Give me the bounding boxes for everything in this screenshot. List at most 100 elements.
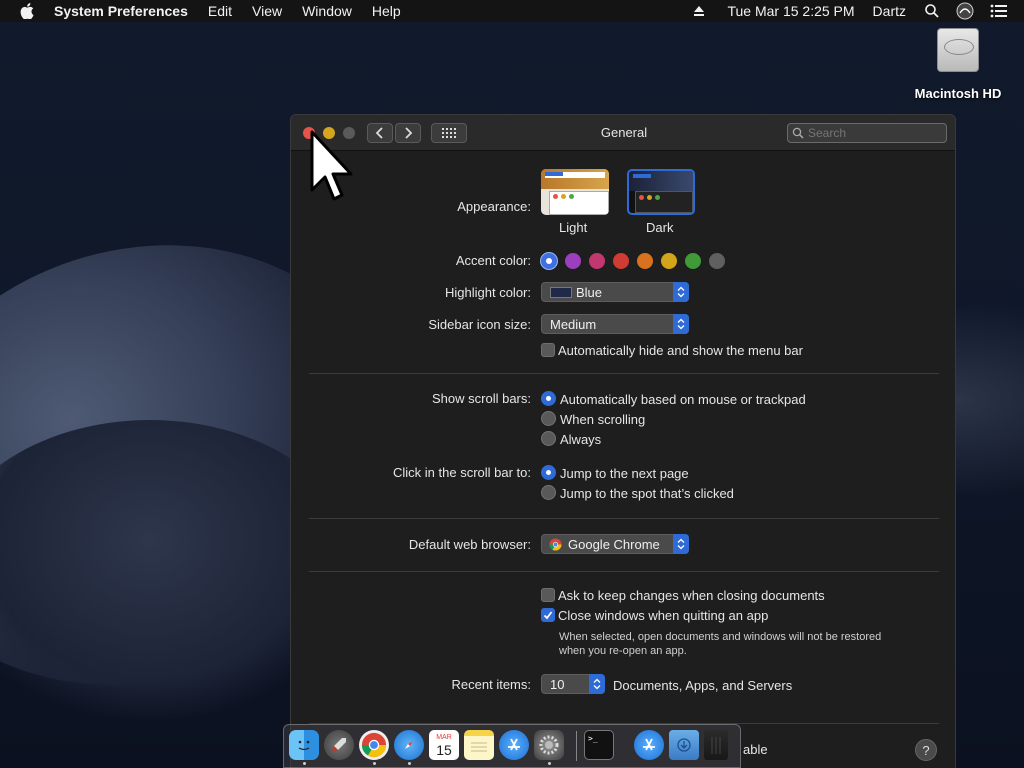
close-windows-note-line2: when you re-open an app. [559, 645, 687, 657]
eject-icon[interactable] [693, 5, 705, 17]
close-windows-label[interactable]: Close windows when quitting an app [558, 608, 768, 623]
recent-items-suffix: Documents, Apps, and Servers [613, 678, 793, 693]
scroll-bars-always-label[interactable]: Always [560, 432, 601, 447]
search-field[interactable] [787, 123, 947, 143]
menu-window[interactable]: Window [302, 3, 352, 19]
sidebar-icon-size-label: Sidebar icon size: [428, 317, 531, 332]
apple-menu-icon[interactable] [20, 3, 34, 19]
running-indicator [303, 762, 306, 765]
section-divider [309, 373, 939, 374]
highlight-color-swatch [550, 287, 572, 298]
spotlight-search-icon[interactable] [924, 3, 940, 19]
jump-spot-clicked-radio[interactable] [541, 485, 556, 500]
mouse-cursor-icon [310, 130, 353, 201]
ask-keep-changes-label[interactable]: Ask to keep changes when closing documen… [558, 588, 825, 603]
accent-color-swatch[interactable] [589, 253, 605, 269]
calendar-dock-icon[interactable]: MAR 15 [429, 730, 459, 760]
highlight-color-value: Blue [576, 284, 603, 300]
default-browser-popup[interactable]: Google Chrome [541, 534, 689, 554]
checkmark-icon [543, 611, 553, 620]
menu-view[interactable]: View [252, 3, 282, 19]
sidebar-icon-size-value: Medium [550, 316, 597, 332]
ask-keep-changes-checkbox[interactable] [541, 588, 555, 602]
scroll-bars-always-radio[interactable] [541, 431, 556, 446]
jump-next-page-label[interactable]: Jump to the next page [560, 466, 689, 481]
app-store-download-dock-icon[interactable] [634, 730, 664, 760]
popup-arrows-icon [589, 674, 605, 694]
auto-hide-menu-bar-checkbox[interactable] [541, 343, 555, 357]
menu-clock[interactable]: Tue Mar 15 2:25 PM [727, 3, 854, 19]
app-store-dock-icon[interactable] [499, 730, 529, 760]
menu-edit[interactable]: Edit [208, 3, 232, 19]
running-indicator [373, 762, 376, 765]
accent-color-swatch[interactable] [565, 253, 581, 269]
accent-color-label: Accent color: [455, 253, 531, 268]
popup-arrows-icon [673, 314, 689, 334]
finder-dock-icon[interactable] [289, 730, 319, 760]
scroll-bars-automatic-label[interactable]: Automatically based on mouse or trackpad [560, 392, 806, 407]
dock-separator [576, 731, 577, 761]
launchpad-dock-icon[interactable] [324, 730, 354, 760]
siri-icon[interactable] [956, 2, 974, 20]
terminal-dock-icon[interactable]: >_ [584, 730, 614, 760]
system-preferences-dock-icon[interactable] [534, 730, 564, 760]
default-browser-label: Default web browser: [408, 537, 531, 552]
appearance-dark-label: Dark [646, 220, 674, 235]
dock: MAR 15 >_ [283, 724, 741, 768]
popup-arrows-icon [673, 282, 689, 302]
section-divider [309, 571, 939, 572]
recent-items-popup[interactable]: 10 [541, 674, 605, 694]
accent-color-swatch[interactable] [637, 253, 653, 269]
section-divider [309, 518, 939, 519]
jump-next-page-radio[interactable] [541, 465, 556, 480]
calendar-month: MAR [436, 733, 452, 741]
chrome-dock-icon[interactable] [359, 730, 389, 760]
scroll-bars-when-scrolling-radio[interactable] [541, 411, 556, 426]
scroll-bars-when-scrolling-label[interactable]: When scrolling [560, 412, 645, 427]
accent-color-swatch[interactable] [709, 253, 725, 269]
menu-app-name[interactable]: System Preferences [54, 3, 188, 19]
accent-color-swatch[interactable] [661, 253, 677, 269]
click-scroll-bar-label: Click in the scroll bar to: [393, 465, 531, 480]
accent-color-swatch[interactable] [541, 253, 557, 269]
window-titlebar[interactable]: General [291, 115, 955, 151]
close-windows-checkbox[interactable] [541, 608, 555, 622]
search-input[interactable] [808, 126, 938, 140]
system-preferences-window: General Appearance: Light Dark Accent co… [290, 114, 956, 768]
running-indicator [548, 762, 551, 765]
menu-help[interactable]: Help [372, 3, 401, 19]
handoff-label-partial[interactable]: able [743, 742, 768, 757]
trash-dock-icon[interactable] [704, 730, 728, 760]
sidebar-icon-size-popup[interactable]: Medium [541, 314, 689, 334]
default-browser-value: Google Chrome [568, 536, 660, 552]
highlight-color-popup[interactable]: Blue [541, 282, 689, 302]
show-scroll-bars-label: Show scroll bars: [432, 391, 531, 406]
notification-center-icon[interactable] [990, 4, 1008, 18]
running-indicator [408, 762, 411, 765]
notes-dock-icon[interactable] [464, 730, 494, 760]
macintosh-hd-label: Macintosh HD [914, 86, 1002, 101]
menu-bar: System Preferences Edit View Window Help… [0, 0, 1024, 22]
help-button[interactable]: ? [915, 739, 937, 761]
safari-dock-icon[interactable] [394, 730, 424, 760]
highlight-color-label: Highlight color: [445, 285, 531, 300]
appearance-light-thumbnail[interactable] [541, 169, 609, 215]
calendar-day: 15 [436, 741, 452, 758]
scroll-bars-automatic-radio[interactable] [541, 391, 556, 406]
auto-hide-menu-bar-label[interactable]: Automatically hide and show the menu bar [558, 343, 803, 358]
recent-items-value: 10 [550, 676, 565, 692]
appearance-dark-thumbnail[interactable] [627, 169, 695, 215]
chrome-icon [549, 538, 562, 551]
popup-arrows-icon [673, 534, 689, 554]
downloads-folder-dock-icon[interactable] [669, 730, 699, 760]
accent-color-swatch[interactable] [613, 253, 629, 269]
recent-items-label: Recent items: [451, 677, 531, 692]
appearance-light-label: Light [559, 220, 588, 235]
hard-drive-icon [937, 28, 979, 72]
menu-user[interactable]: Dartz [873, 3, 906, 19]
close-windows-note-line1: When selected, open documents and window… [559, 631, 882, 643]
search-icon [792, 127, 804, 139]
macintosh-hd-desktop-icon[interactable]: Macintosh HD [910, 28, 1006, 101]
jump-spot-clicked-label[interactable]: Jump to the spot that’s clicked [560, 486, 734, 501]
accent-color-swatch[interactable] [685, 253, 701, 269]
